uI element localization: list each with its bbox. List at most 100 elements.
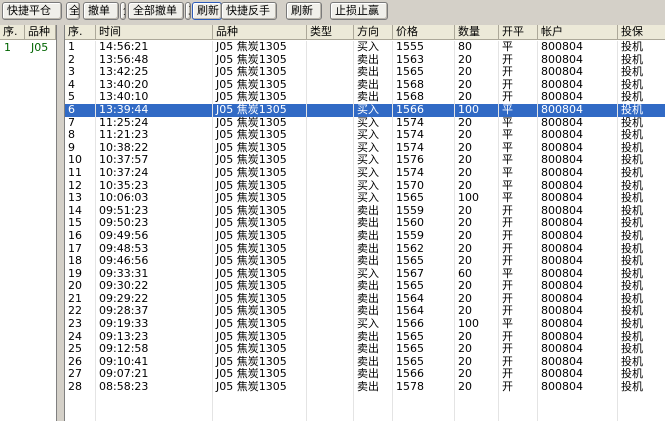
cell-time: 09:19:33: [99, 318, 149, 331]
cell-quantity: 60: [458, 267, 472, 280]
cell-product: J05 焦炭1305: [216, 78, 287, 91]
table-row[interactable]: 12 10:35:23 J05 焦炭1305 买入 1570 20 平 800804 投机: [65, 180, 665, 193]
table-row[interactable]: 6 13:39:44 J05 焦炭1305 买入 1566 100 平 800804 投机: [65, 103, 665, 117]
table-row[interactable]: 5 13:40:10 J05 焦炭1305 卖出 1568 20 开 800804 投机: [65, 91, 665, 104]
table-row[interactable]: 21 09:29:22 J05 焦炭1305 卖出 1564 20 开 800804 投机: [65, 293, 665, 306]
cell-price: 1566: [396, 103, 424, 116]
quick-reverse-button[interactable]: 快捷反手: [221, 2, 277, 20]
cell-index: 11: [68, 166, 82, 179]
cell-product: J05 焦炭1305: [216, 204, 287, 217]
cancel-order-button[interactable]: 撤单: [83, 2, 119, 20]
cell-index: 28: [68, 381, 82, 394]
cell-index: 26: [68, 355, 82, 368]
cell-price: 1555: [396, 41, 424, 53]
cell-product: J05 焦炭1305: [216, 129, 287, 142]
cell-quantity: 20: [458, 255, 472, 268]
cell-hedge: 投机: [621, 141, 643, 154]
cell-open-close: 开: [502, 229, 513, 242]
cell-hedge: 投机: [621, 116, 643, 129]
table-row[interactable]: 20 09:30:22 J05 焦炭1305 卖出 1565 20 开 800804 投机: [65, 280, 665, 293]
header-price[interactable]: 价格: [393, 25, 455, 40]
cell-time: 14:56:21: [99, 41, 149, 53]
table-row[interactable]: 3 13:42:25 J05 焦炭1305 卖出 1565 20 开 800804 投机: [65, 66, 665, 79]
left-header-product[interactable]: 品种: [25, 25, 56, 40]
table-row[interactable]: 8 11:21:23 J05 焦炭1305 买入 1574 20 平 800804 投机: [65, 129, 665, 142]
cancel-all-button[interactable]: 全部撤单: [128, 2, 184, 20]
cell-index: 6: [68, 103, 75, 116]
cell-direction: 买入: [357, 318, 379, 331]
three-toggle-button[interactable]: 三: [185, 2, 191, 20]
table-row[interactable]: 25 09:12:58 J05 焦炭1305 卖出 1565 20 开 800804 投机: [65, 343, 665, 356]
cell-open-close: 开: [502, 242, 513, 255]
cell-quantity: 20: [458, 330, 472, 343]
header-hedge[interactable]: 投保: [618, 25, 665, 40]
cell-index: 12: [68, 179, 82, 192]
table-row[interactable]: 14 09:51:23 J05 焦炭1305 卖出 1559 20 开 800804 投机: [65, 205, 665, 218]
column-divider: [306, 41, 307, 421]
header-type[interactable]: 类型: [307, 25, 354, 40]
cell-quantity: 20: [458, 129, 472, 142]
cell-product: J05 焦炭1305: [216, 116, 287, 129]
cell-product: J05 焦炭1305: [216, 229, 287, 242]
cell-price: 1567: [396, 267, 424, 280]
table-row[interactable]: 19 09:33:31 J05 焦炭1305 买入 1567 60 平 800804 投机: [65, 268, 665, 281]
table-row[interactable]: 26 09:10:41 J05 焦炭1305 卖出 1565 20 开 800804 投机: [65, 356, 665, 369]
cell-open-close: 开: [502, 217, 513, 230]
all-select-button[interactable]: 全: [66, 2, 80, 20]
left-row-index[interactable]: 1: [0, 41, 11, 54]
header-time[interactable]: 时间: [96, 25, 213, 40]
header-direction[interactable]: 方向: [354, 25, 393, 40]
header-quantity[interactable]: 数量: [455, 25, 499, 40]
header-index[interactable]: 序.: [65, 25, 96, 40]
table-row[interactable]: 22 09:28:37 J05 焦炭1305 卖出 1564 20 开 800804 投机: [65, 305, 665, 318]
table-row[interactable]: 11 10:37:24 J05 焦炭1305 买入 1574 20 平 800804 投机: [65, 167, 665, 180]
cell-open-close: 开: [502, 305, 513, 318]
cell-product: J05 焦炭1305: [216, 53, 287, 66]
refresh-button-2[interactable]: 刷新: [286, 2, 322, 20]
cell-account: 800804: [541, 192, 583, 205]
table-row[interactable]: 4 13:40:20 J05 焦炭1305 卖出 1568 20 开 800804 投机: [65, 79, 665, 92]
all-toggle-button[interactable]: 全: [120, 2, 126, 20]
table-row[interactable]: 10 10:37:57 J05 焦炭1305 买入 1576 20 平 800804 投机: [65, 154, 665, 167]
table-row[interactable]: 27 09:07:21 J05 焦炭1305 卖出 1566 20 开 800804 投机: [65, 368, 665, 381]
cell-direction: 卖出: [357, 343, 379, 356]
table-row[interactable]: 16 09:49:56 J05 焦炭1305 卖出 1559 20 开 800804 投机: [65, 230, 665, 243]
table-row[interactable]: 13 10:06:03 J05 焦炭1305 买入 1565 100 平 800804 投机: [65, 192, 665, 205]
cell-account: 800804: [541, 66, 583, 79]
cell-direction: 卖出: [357, 355, 379, 368]
quick-close-button[interactable]: 快捷平仓: [2, 2, 62, 20]
cell-quantity: 20: [458, 229, 472, 242]
table-row[interactable]: 7 11:25:24 J05 焦炭1305 买入 1574 20 平 800804 投机: [65, 117, 665, 130]
refresh-button-1[interactable]: 刷新: [192, 2, 222, 20]
cell-price: 1574: [396, 129, 424, 142]
table-row[interactable]: 28 08:58:23 J05 焦炭1305 卖出 1578 20 开 800804 投机: [65, 381, 665, 394]
cell-index: 13: [68, 192, 82, 205]
table-row[interactable]: 24 09:13:23 J05 焦炭1305 卖出 1565 20 开 800804 投机: [65, 331, 665, 344]
stop-loss-take-profit-button[interactable]: 止损止赢: [330, 2, 388, 20]
cell-time: 13:42:25: [99, 66, 149, 79]
cell-price: 1574: [396, 166, 424, 179]
table-row[interactable]: 15 09:50:23 J05 焦炭1305 卖出 1560 20 开 800804 投机: [65, 217, 665, 230]
table-row[interactable]: 17 09:48:53 J05 焦炭1305 卖出 1562 20 开 800804 投机: [65, 243, 665, 256]
cell-hedge: 投机: [621, 179, 643, 192]
cell-direction: 卖出: [357, 91, 379, 104]
cell-direction: 买入: [357, 41, 379, 53]
cell-time: 10:37:24: [99, 166, 149, 179]
table-row[interactable]: 2 13:56:48 J05 焦炭1305 卖出 1563 20 开 800804 投机: [65, 54, 665, 67]
left-header-index[interactable]: 序.: [0, 25, 25, 40]
table-row[interactable]: 9 10:38:22 J05 焦炭1305 买入 1574 20 平 800804 投机: [65, 142, 665, 155]
position-list: 序. 品种 1 J05: [0, 25, 57, 421]
left-row-product[interactable]: J05: [27, 41, 48, 54]
header-product[interactable]: 品种: [213, 25, 307, 40]
cell-product: J05 焦炭1305: [216, 292, 287, 305]
cell-time: 09:30:22: [99, 280, 149, 293]
table-row[interactable]: 1 14:56:21 J05 焦炭1305 买入 1555 80 平 800804 投机: [65, 41, 665, 54]
header-open-close[interactable]: 开平: [499, 25, 538, 40]
header-account[interactable]: 帐户: [538, 25, 618, 40]
column-divider: [95, 41, 96, 421]
cell-product: J05 焦炭1305: [216, 217, 287, 230]
splitter[interactable]: [57, 25, 64, 421]
table-row[interactable]: 18 09:46:56 J05 焦炭1305 卖出 1565 20 开 800804 投机: [65, 255, 665, 268]
table-row[interactable]: 23 09:19:33 J05 焦炭1305 买入 1566 100 平 800804 投机: [65, 318, 665, 331]
cell-quantity: 20: [458, 217, 472, 230]
